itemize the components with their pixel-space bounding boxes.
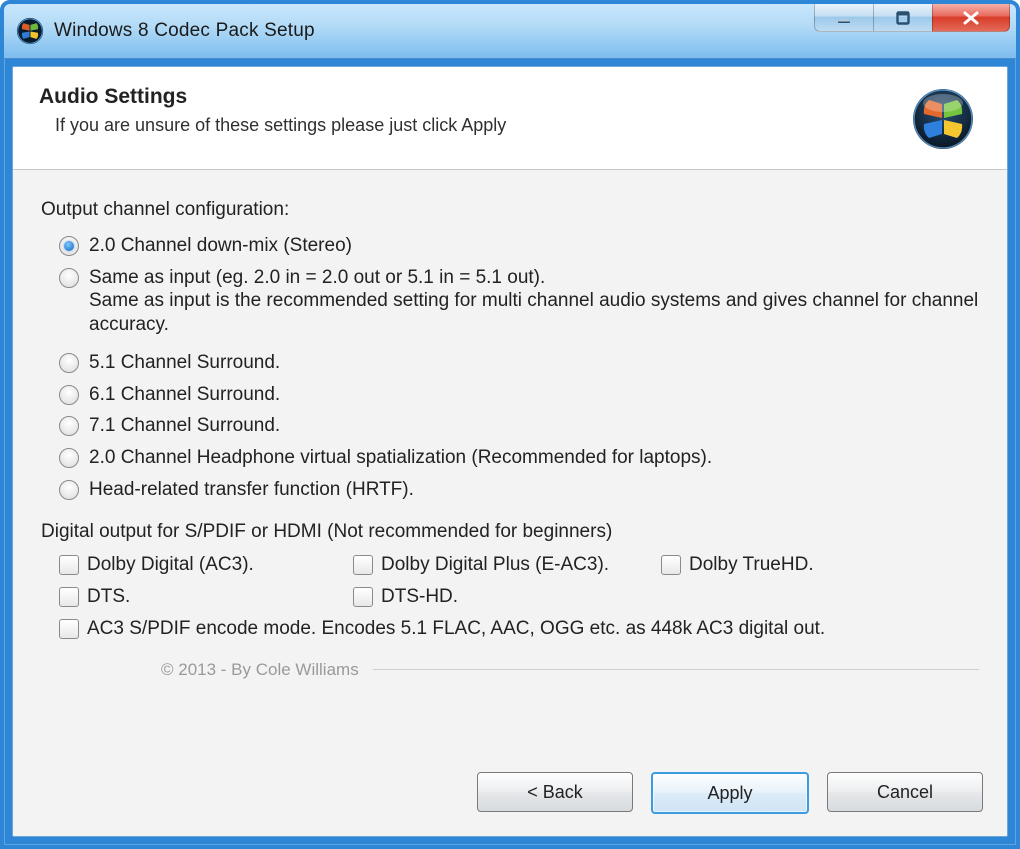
radio-label: Head-related transfer function (HRTF). — [89, 478, 979, 502]
page-header: Audio Settings If you are unsure of thes… — [13, 67, 1007, 170]
minimize-button[interactable] — [814, 4, 874, 32]
checkbox-dolby-eac3[interactable]: Dolby Digital Plus (E-AC3). — [353, 553, 653, 577]
radio-label: 7.1 Channel Surround. — [89, 414, 979, 438]
radio-label: Same as input (eg. 2.0 in = 2.0 out or 5… — [89, 266, 979, 337]
radio-option-61[interactable]: 6.1 Channel Surround. — [59, 383, 979, 407]
checkbox-label: Dolby Digital (AC3). — [87, 553, 254, 577]
digital-output-group: Dolby Digital (AC3). Dolby Digital Plus … — [59, 553, 979, 640]
maximize-button[interactable] — [873, 4, 933, 32]
radio-input[interactable] — [59, 353, 79, 373]
radio-option-stereo[interactable]: 2.0 Channel down-mix (Stereo) — [59, 234, 979, 258]
credit-line: © 2013 - By Cole Williams — [41, 659, 979, 680]
page-title: Audio Settings — [39, 85, 891, 109]
product-logo-icon — [911, 87, 975, 151]
output-config-label: Output channel configuration: — [41, 198, 979, 222]
radio-input[interactable] — [59, 236, 79, 256]
checkbox-dolby-ac3[interactable]: Dolby Digital (AC3). — [59, 553, 345, 577]
minimize-icon — [836, 10, 852, 26]
checkbox-label: Dolby Digital Plus (E-AC3). — [381, 553, 609, 577]
page-body: Output channel configuration: 2.0 Channe… — [13, 170, 1007, 756]
close-icon — [961, 10, 981, 26]
checkbox-input[interactable] — [59, 555, 79, 575]
app-icon — [16, 17, 44, 45]
digital-output-label: Digital output for S/PDIF or HDMI (Not r… — [41, 520, 979, 544]
titlebar[interactable]: Windows 8 Codec Pack Setup — [4, 4, 1016, 59]
checkbox-input[interactable] — [661, 555, 681, 575]
back-button[interactable]: < Back — [477, 772, 633, 812]
cancel-button[interactable]: Cancel — [827, 772, 983, 812]
radio-label: 6.1 Channel Surround. — [89, 383, 979, 407]
maximize-icon — [895, 10, 911, 26]
output-config-group: 2.0 Channel down-mix (Stereo) Same as in… — [59, 234, 979, 502]
client-area: Audio Settings If you are unsure of thes… — [12, 66, 1008, 837]
checkbox-input[interactable] — [59, 619, 79, 639]
radio-input[interactable] — [59, 385, 79, 405]
credit-text: © 2013 - By Cole Williams — [161, 659, 359, 680]
radio-option-51[interactable]: 5.1 Channel Surround. — [59, 351, 979, 375]
checkbox-input[interactable] — [353, 555, 373, 575]
apply-button[interactable]: Apply — [651, 772, 809, 814]
checkbox-label: AC3 S/PDIF encode mode. Encodes 5.1 FLAC… — [87, 617, 825, 641]
checkbox-dts[interactable]: DTS. — [59, 585, 345, 609]
checkbox-label: DTS-HD. — [381, 585, 458, 609]
radio-input[interactable] — [59, 480, 79, 500]
radio-label: 2.0 Channel Headphone virtual spatializa… — [89, 446, 979, 470]
radio-option-71[interactable]: 7.1 Channel Surround. — [59, 414, 979, 438]
window-frame: Windows 8 Codec Pack Setup — [0, 0, 1020, 849]
radio-option-hrtf[interactable]: Head-related transfer function (HRTF). — [59, 478, 979, 502]
checkbox-label: Dolby TrueHD. — [689, 553, 814, 577]
page-subtitle: If you are unsure of these settings plea… — [55, 115, 891, 136]
radio-option-same-as-input[interactable]: Same as input (eg. 2.0 in = 2.0 out or 5… — [59, 266, 979, 337]
radio-input[interactable] — [59, 448, 79, 468]
radio-input[interactable] — [59, 268, 79, 288]
caption-buttons — [815, 4, 1010, 32]
checkbox-dolby-truehd[interactable]: Dolby TrueHD. — [661, 553, 979, 577]
checkbox-label: DTS. — [87, 585, 130, 609]
radio-label: 2.0 Channel down-mix (Stereo) — [89, 234, 979, 258]
close-button[interactable] — [932, 4, 1010, 32]
radio-option-headphone[interactable]: 2.0 Channel Headphone virtual spatializa… — [59, 446, 979, 470]
checkbox-input[interactable] — [59, 587, 79, 607]
checkbox-ac3-spdif-encode[interactable]: AC3 S/PDIF encode mode. Encodes 5.1 FLAC… — [59, 617, 979, 641]
checkbox-input[interactable] — [353, 587, 373, 607]
radio-label: 5.1 Channel Surround. — [89, 351, 979, 375]
checkbox-dtshd[interactable]: DTS-HD. — [353, 585, 653, 609]
radio-input[interactable] — [59, 416, 79, 436]
footer: < Back Apply Cancel — [13, 756, 1007, 836]
